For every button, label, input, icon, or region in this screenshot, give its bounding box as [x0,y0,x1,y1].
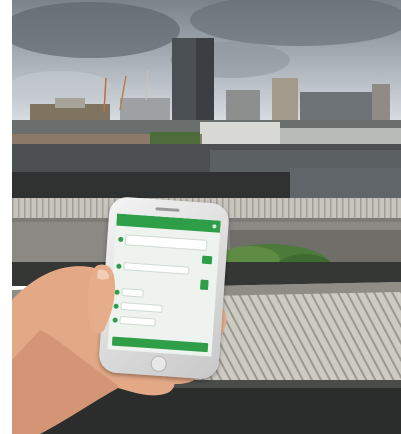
photo-scene [0,0,401,434]
hand-overlay [87,264,116,334]
